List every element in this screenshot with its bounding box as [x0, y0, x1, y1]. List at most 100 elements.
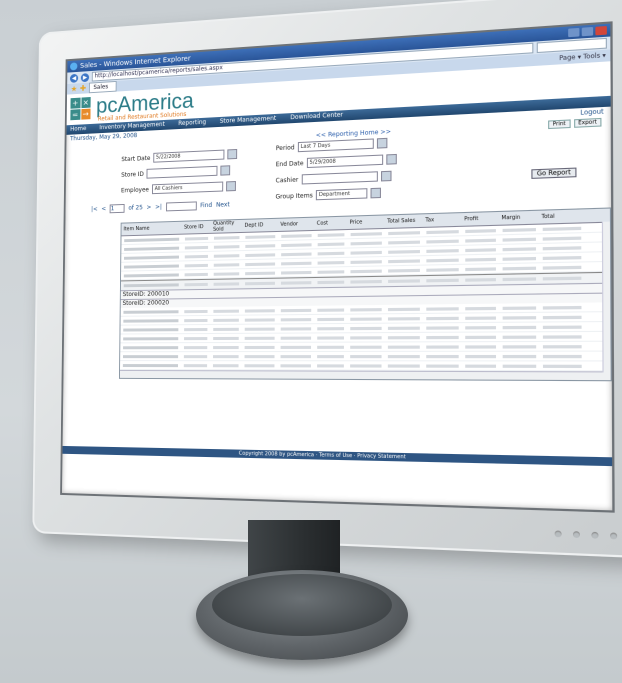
table-cell — [185, 282, 208, 285]
table-cell — [317, 355, 344, 358]
horizontal-scrollbar[interactable] — [120, 370, 611, 380]
table-cell — [184, 355, 207, 358]
col-store-id[interactable]: Store ID — [182, 224, 211, 231]
table-cell — [124, 246, 179, 250]
page-number-input[interactable]: 1 — [110, 204, 125, 213]
group-items-field: Group Items Department — [275, 188, 380, 202]
table-cell — [351, 260, 382, 264]
table-cell — [185, 245, 208, 249]
monitor-base-top — [212, 574, 392, 636]
minimize-icon[interactable] — [568, 28, 579, 37]
vertical-scrollbar[interactable] — [602, 222, 611, 373]
calendar-icon[interactable] — [386, 154, 397, 165]
col-cost[interactable]: Cost — [315, 220, 348, 227]
first-page-button[interactable]: |< — [91, 206, 98, 213]
col-margin[interactable]: Margin — [499, 214, 539, 222]
next-page-button[interactable]: > — [147, 204, 152, 211]
table-cell — [543, 255, 582, 259]
table-cell — [503, 364, 537, 367]
chevron-down-icon[interactable] — [370, 188, 380, 199]
table-cell — [281, 270, 311, 274]
back-icon[interactable]: ◀ — [70, 73, 78, 82]
col-item-name[interactable]: Item Name — [122, 225, 183, 233]
monitor-bezel: Sales - Windows Internet Explorer ◀ ▶ ht… — [32, 0, 622, 558]
table-cell — [426, 268, 458, 272]
table-cell — [426, 335, 458, 338]
store-id-select[interactable] — [147, 166, 218, 179]
table-row[interactable] — [120, 352, 610, 362]
period-select[interactable]: Last 7 Days — [298, 138, 374, 152]
group-items-select[interactable]: Department — [316, 188, 368, 200]
table-cell — [388, 345, 420, 348]
table-cell — [245, 336, 275, 339]
table-cell — [124, 237, 179, 241]
col-quantity-sold[interactable]: Quantity Sold — [211, 220, 242, 233]
table-cell — [388, 307, 420, 310]
table-cell — [350, 308, 381, 311]
command-bar[interactable]: Page ▾ Tools ▾ — [559, 52, 606, 62]
table-cell — [214, 282, 240, 285]
table-cell — [213, 309, 239, 312]
table-cell — [350, 364, 381, 367]
table-cell — [388, 268, 420, 272]
close-icon[interactable] — [595, 26, 606, 35]
table-cell — [350, 355, 381, 358]
table-cell — [124, 255, 179, 259]
find-next-button[interactable]: Next — [216, 201, 230, 208]
store-id-label: Store ID — [121, 170, 144, 178]
start-date-input[interactable]: 5/22/2008 — [153, 150, 224, 163]
forward-icon[interactable]: ▶ — [81, 73, 89, 82]
col-price[interactable]: Price — [348, 219, 386, 226]
end-date-input[interactable]: 5/29/2008 — [307, 155, 383, 169]
table-cell — [426, 258, 458, 262]
chevron-down-icon[interactable] — [220, 165, 230, 175]
table-cell — [388, 326, 420, 329]
cashier-select[interactable] — [301, 171, 377, 184]
monitor-button[interactable] — [573, 531, 580, 538]
go-report-button[interactable]: Go Report — [531, 168, 576, 179]
table-cell — [184, 364, 207, 367]
chevron-down-icon[interactable] — [226, 181, 236, 191]
table-cell — [503, 316, 536, 320]
chevron-down-icon[interactable] — [377, 138, 387, 149]
col-total[interactable]: Total — [539, 213, 584, 221]
table-cell — [281, 261, 311, 265]
chevron-down-icon[interactable] — [381, 171, 392, 182]
power-button[interactable] — [610, 532, 617, 539]
find-button[interactable]: Find — [200, 202, 212, 209]
col-profit[interactable]: Profit — [462, 215, 499, 222]
window-controls — [568, 26, 607, 37]
employee-field: Employee All Cashiers — [121, 181, 236, 195]
employee-select[interactable]: All Cashiers — [152, 182, 223, 195]
table-cell — [543, 354, 582, 357]
table-cell — [350, 326, 381, 329]
find-input[interactable] — [166, 201, 197, 211]
favorites-star-icon[interactable]: ★ — [71, 84, 78, 93]
table-cell — [185, 254, 208, 258]
table-row[interactable] — [120, 342, 610, 352]
col-total-sales[interactable]: Total Sales — [385, 217, 423, 224]
table-cell — [503, 335, 537, 338]
table-cell — [124, 283, 179, 287]
table-cell — [280, 364, 310, 367]
monitor-button[interactable] — [591, 532, 598, 539]
export-button[interactable]: Export — [574, 118, 602, 128]
table-cell — [245, 262, 275, 266]
table-cell — [426, 278, 458, 282]
add-favorite-icon[interactable]: ✚ — [80, 84, 86, 93]
prev-page-button[interactable]: < — [101, 206, 106, 213]
print-button[interactable]: Print — [548, 119, 570, 129]
table-cell — [350, 336, 381, 339]
table-cell — [543, 325, 582, 329]
col-dept-id[interactable]: Dept ID — [242, 222, 278, 229]
maximize-icon[interactable] — [582, 27, 593, 36]
employee-label: Employee — [121, 186, 149, 194]
table-cell — [318, 260, 345, 264]
calendar-icon[interactable] — [227, 149, 237, 159]
col-tax[interactable]: Tax — [423, 216, 462, 223]
sales-grid: Item Name Store ID Quantity Sold Dept ID… — [119, 207, 612, 381]
monitor-button[interactable] — [555, 530, 562, 537]
table-cell — [388, 354, 420, 357]
col-vendor[interactable]: Vendor — [278, 221, 314, 228]
last-page-button[interactable]: >| — [155, 204, 162, 211]
